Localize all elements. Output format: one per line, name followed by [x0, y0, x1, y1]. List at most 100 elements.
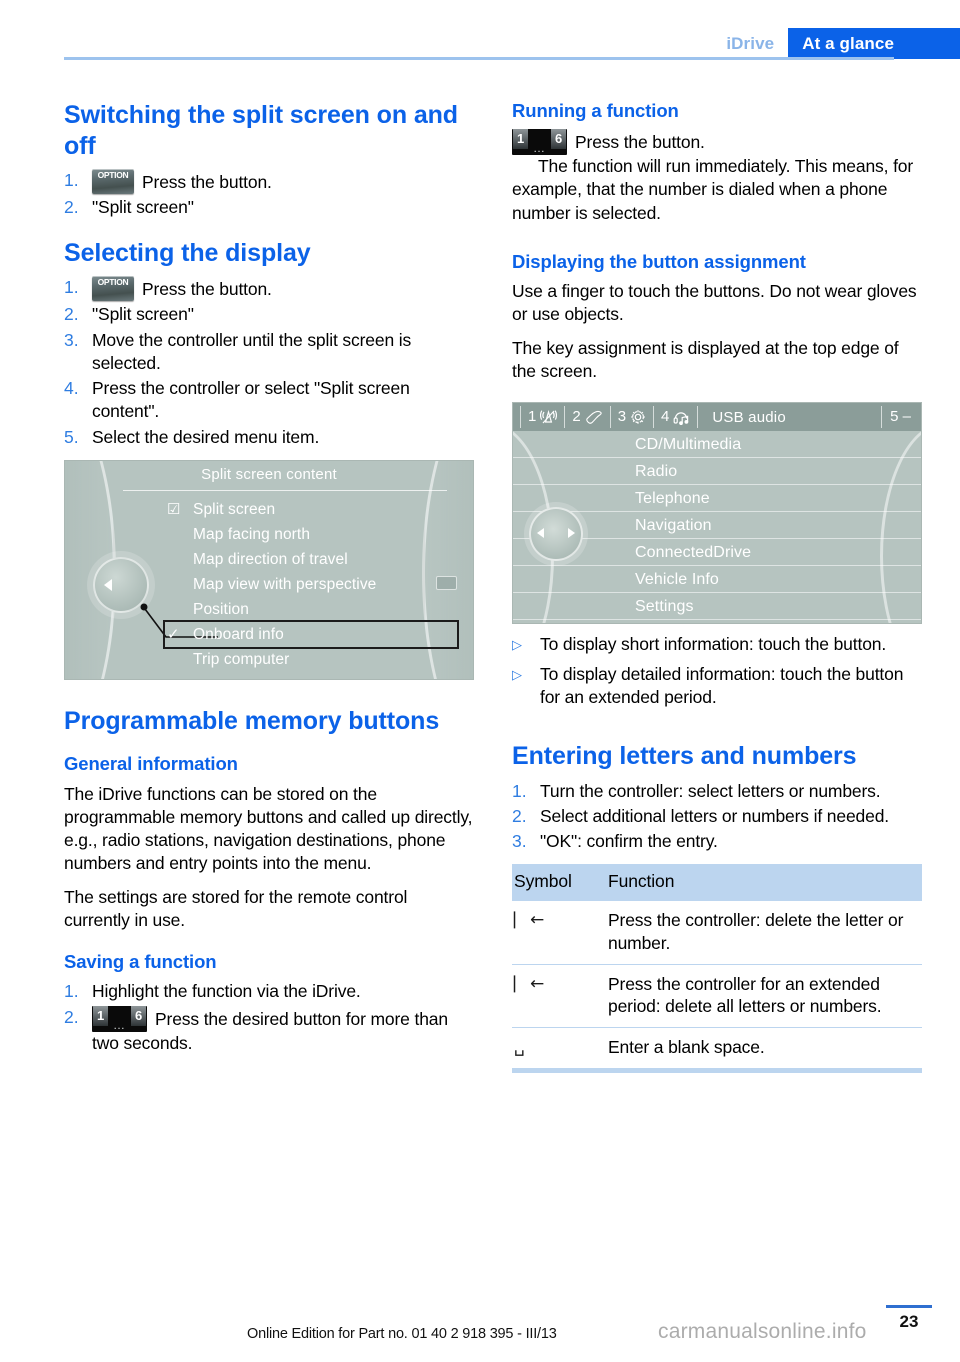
- step-text: 1… 6 Press the desired button for more tha…: [92, 1005, 474, 1055]
- selecting-steps-list: 1. OPTION Press the button. 2. "Split scr…: [64, 276, 474, 449]
- heading-running-a-function: Running a function: [512, 100, 679, 121]
- running-press-label: Press the button.: [575, 132, 705, 153]
- list-item-label: Trip computer: [193, 650, 290, 668]
- list-item: CD/Multimedia: [513, 431, 921, 459]
- list-item-label: Split screen: [193, 500, 276, 518]
- header-divider: [64, 57, 894, 60]
- table-row: ␣ Enter a blank space.: [512, 1027, 922, 1069]
- paragraph-general-1: The iDrive functions can be stored on th…: [64, 783, 473, 874]
- list-item: 4. Press the controller or select "Split…: [64, 377, 474, 424]
- column-header-symbol: Symbol: [512, 864, 604, 902]
- step-label: Move the controller until the split scre…: [92, 329, 412, 373]
- paragraph-running-press: 1… 6 Press the button. The function will ru…: [512, 129, 922, 225]
- list-item-selected: ✓ Onboard info: [163, 619, 459, 649]
- slot-number: 1: [528, 408, 537, 426]
- step-text: OPTION Press the button.: [92, 276, 474, 302]
- paragraph-displaying-1: Use a finger to touch the buttons. Do no…: [512, 281, 917, 325]
- breadcrumb-section: At a glance: [788, 28, 960, 59]
- running-description: The function will run immediately. This …: [512, 156, 914, 223]
- list-item: 5. Select the desired menu item.: [64, 426, 474, 449]
- option-button-icon: OPTION: [92, 169, 134, 194]
- table-bottom-rule: [512, 1068, 922, 1073]
- step-number: 1.: [64, 277, 79, 298]
- option-button-icon: OPTION: [92, 276, 134, 302]
- list-item: 2. 1… 6 Press the desired button for more …: [64, 1005, 474, 1055]
- figure-title-divider: [123, 489, 447, 491]
- list-item: 2. "Split screen": [64, 196, 474, 219]
- step-number: 3.: [512, 831, 527, 852]
- step-label: "Split screen": [92, 197, 194, 218]
- slot-number: 4: [661, 408, 670, 426]
- entering-steps-list: 1. Turn the controller: select letters o…: [512, 780, 922, 854]
- list-item: 3. Move the controller until the split s…: [64, 329, 474, 376]
- heading-selecting-the-display: Selecting the display: [64, 238, 311, 267]
- memory-slot-3: 3: [611, 406, 655, 429]
- list-item-label: Position: [193, 600, 249, 618]
- step-label: Press the button.: [142, 279, 272, 300]
- figure-menu-list: ☑ Split screen Map facing north Map direc…: [163, 497, 459, 672]
- list-item: 1. Highlight the function via the iDrive…: [64, 980, 474, 1003]
- table-header: Symbol Function: [512, 864, 922, 902]
- step-number: 3.: [64, 329, 79, 350]
- watermark: carmanualsonline.info: [658, 1320, 867, 1343]
- list-item: Map direction of travel: [165, 547, 459, 572]
- heading-programmable-memory-buttons: Programmable memory buttons: [64, 706, 440, 735]
- symbol-glyph: ⎸←: [514, 973, 544, 994]
- slot-number: 2: [572, 408, 581, 426]
- table-header-row: Symbol Function: [512, 864, 922, 902]
- list-item: 1. OPTION Press the button.: [64, 276, 474, 302]
- saving-steps-list: 1. Highlight the function via the iDrive…: [64, 980, 474, 1055]
- list-item: ☑ Split screen: [165, 497, 459, 522]
- list-item: ▷ To display short information: touch th…: [512, 633, 922, 656]
- check-icon: ✓: [167, 625, 180, 643]
- list-item-label: Map view with perspective: [193, 575, 377, 593]
- symbol-glyph: ⎸←: [514, 910, 544, 931]
- slot-number: 3: [617, 408, 627, 426]
- table-cell-function: Press the controller: delete the letter …: [604, 901, 922, 965]
- step-label: "OK": confirm the entry.: [540, 831, 718, 852]
- page-number-rule: [886, 1305, 932, 1308]
- triangle-bullet-icon: ▷: [512, 666, 522, 682]
- page-header: iDrive At a glance: [0, 0, 960, 60]
- step-label: Press the button.: [142, 172, 272, 192]
- step-number: 2.: [64, 197, 79, 218]
- list-item: Map facing north: [165, 522, 459, 547]
- memory-slot-4: 4: [654, 406, 699, 429]
- step-number: 4.: [64, 378, 79, 399]
- list-item-label: To display short information: touch the …: [540, 634, 887, 655]
- list-item: 3. "OK": confirm the entry.: [512, 830, 922, 853]
- memory-slot-1: 1: [520, 406, 566, 429]
- step-number: 1.: [512, 780, 527, 801]
- page-number: 23: [899, 1312, 919, 1331]
- step-number: 1.: [64, 981, 79, 1002]
- left-column: Switching the split screen on and off 1.…: [64, 100, 474, 1057]
- blank-space-icon: ␣: [512, 1027, 604, 1069]
- table-cell-function: Press the controller for an extended per…: [604, 964, 922, 1029]
- list-item: Telephone: [513, 485, 921, 513]
- controller-knob-icon: [93, 556, 149, 613]
- list-item-label: Map direction of travel: [193, 550, 348, 568]
- step-label: Select additional letters or numbers if …: [540, 805, 889, 826]
- edition-text: Online Edition for Part no. 01 40 2 918 …: [247, 1326, 557, 1342]
- step-label: Select the desired menu item.: [92, 426, 320, 447]
- memory-button-icon: 1… 6: [512, 129, 567, 156]
- list-item: Settings: [513, 593, 921, 621]
- paragraph-general-2: The settings are stored for the remote c…: [64, 886, 408, 930]
- gear-icon: [631, 410, 645, 425]
- heading-saving-a-function: Saving a function: [64, 951, 217, 973]
- heading-general-information: General information: [64, 753, 238, 775]
- heading-switching-split-screen: Switching the split screen on and off: [64, 101, 458, 160]
- table-body: ⎸← Press the controller: delete the lett…: [512, 901, 922, 1069]
- symbol-glyph: ␣: [514, 1037, 525, 1058]
- controller-knob-icon: [529, 507, 583, 562]
- table-row: ⎸← Press the controller for an extended …: [512, 964, 922, 1029]
- music-note-icon: [673, 412, 689, 426]
- list-item: 2. Select additional letters or numbers …: [512, 805, 922, 828]
- symbol-function-table: Symbol Function ⎸← Press the controller:…: [512, 864, 922, 1069]
- step-label: Highlight the function via the iDrive.: [92, 981, 361, 1002]
- header-breadcrumb: iDrive At a glance: [726, 28, 960, 59]
- switching-steps-list: 1. OPTION Press the button. 2. "Split scr…: [64, 169, 474, 220]
- list-item: 1. OPTION Press the button.: [64, 169, 474, 194]
- figure-top-bar: 1 2 3 4 USB audio 5 –: [513, 403, 921, 432]
- phone-handset-icon: [585, 411, 602, 425]
